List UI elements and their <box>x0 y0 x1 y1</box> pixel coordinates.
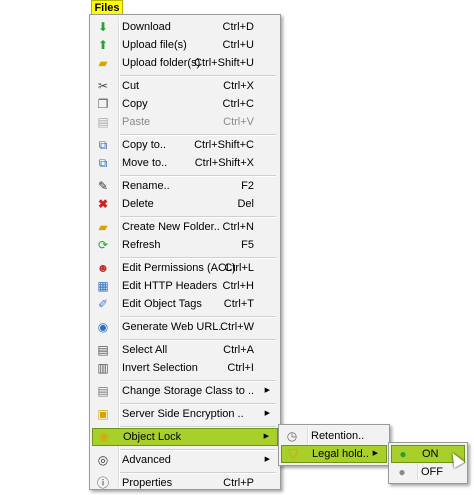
select-all-icon: ▤ <box>97 343 109 357</box>
menu-item-refresh[interactable]: ⟳ Refresh F5 <box>92 236 278 254</box>
scissors-icon: ✂ <box>97 79 109 93</box>
menu-item-edit-permissions[interactable]: ☻ Edit Permissions (ACL) Ctrl+L <box>92 259 278 277</box>
paste-icon: ▤ <box>97 115 109 129</box>
users-icon: ☻ <box>96 261 110 275</box>
menu-item-generate-web-url[interactable]: ◉ Generate Web URL.. Ctrl+W <box>92 318 278 336</box>
menu-item-retention[interactable]: ◷ Retention.. <box>281 427 387 445</box>
files-menu: ⬇ Download Ctrl+D ⬆ Upload file(s) Ctrl+… <box>89 14 281 490</box>
pencil-icon: ✎ <box>97 179 109 193</box>
new-folder-icon: ▰ <box>98 220 108 234</box>
storage-class-icon: ▤ <box>97 384 109 398</box>
invert-selection-icon: ▥ <box>97 361 109 375</box>
tag-icon: ✐ <box>97 297 109 311</box>
submenu-arrow-icon: ▶ <box>263 433 269 440</box>
menu-item-advanced[interactable]: ◎ Advanced ▶ <box>92 451 278 469</box>
menu-item-download[interactable]: ⬇ Download Ctrl+D <box>92 18 278 36</box>
copy-to-icon: ⧉ <box>98 138 108 152</box>
menu-item-upload-folders[interactable]: ▰ Upload folder(s) Ctrl+Shift+U <box>92 54 278 72</box>
delete-x-icon: ✖ <box>97 197 109 211</box>
menu-item-select-all[interactable]: ▤ Select All Ctrl+A <box>92 341 278 359</box>
menu-item-delete[interactable]: ✖ Delete Del <box>92 195 278 213</box>
refresh-icon: ⟳ <box>97 238 109 252</box>
encryption-icon: ▣ <box>97 407 109 421</box>
menu-item-copy[interactable]: ❐ Copy Ctrl+C <box>92 95 278 113</box>
advanced-icon: ◎ <box>97 453 109 467</box>
object-lock-icon: ❀ <box>98 430 110 444</box>
headers-icon: ▦ <box>97 279 109 293</box>
web-url-icon: ◉ <box>97 320 109 334</box>
menu-item-edit-http-headers[interactable]: ▦ Edit HTTP Headers Ctrl+H <box>92 277 278 295</box>
object-lock-submenu: ◷ Retention.. ⛉ Legal hold.. ▶ <box>278 424 390 466</box>
menu-item-legal-hold[interactable]: ⛉ Legal hold.. ▶ <box>281 445 387 463</box>
properties-icon: ⓘ <box>96 476 109 490</box>
menu-item-paste[interactable]: ▤ Paste Ctrl+V <box>92 113 278 131</box>
submenu-arrow-icon: ▶ <box>264 456 270 463</box>
menu-item-rename[interactable]: ✎ Rename.. F2 <box>92 177 278 195</box>
clock-icon: ◷ <box>286 429 298 443</box>
menu-item-create-new-folder[interactable]: ▰ Create New Folder.. Ctrl+N <box>92 218 278 236</box>
download-icon: ⬇ <box>97 20 109 34</box>
submenu-arrow-icon: ▶ <box>264 410 270 417</box>
menu-item-change-storage-class[interactable]: ▤ Change Storage Class to .. ▶ <box>92 382 278 400</box>
copy-icon: ❐ <box>97 97 109 111</box>
menu-item-cut[interactable]: ✂ Cut Ctrl+X <box>92 77 278 95</box>
menu-item-edit-object-tags[interactable]: ✐ Edit Object Tags Ctrl+T <box>92 295 278 313</box>
menu-item-copy-to[interactable]: ⧉ Copy to.. Ctrl+Shift+C <box>92 136 278 154</box>
gray-circle-icon: ● <box>398 465 406 479</box>
menu-item-properties[interactable]: ⓘ Properties Ctrl+P <box>92 474 278 492</box>
menu-item-invert-selection[interactable]: ▥ Invert Selection Ctrl+I <box>92 359 278 377</box>
shield-icon: ⛉ <box>288 447 298 461</box>
menu-item-upload-files[interactable]: ⬆ Upload file(s) Ctrl+U <box>92 36 278 54</box>
menu-item-move-to[interactable]: ⧉ Move to.. Ctrl+Shift+X <box>92 154 278 172</box>
menu-item-object-lock[interactable]: ❀ Object Lock ▶ <box>92 428 278 446</box>
submenu-arrow-icon: ▶ <box>372 450 378 457</box>
green-circle-icon: ● <box>399 447 407 461</box>
menu-item-server-side-encryption[interactable]: ▣ Server Side Encryption .. ▶ <box>92 405 278 423</box>
upload-folder-icon: ▰ <box>98 56 108 70</box>
upload-icon: ⬆ <box>97 38 109 52</box>
move-to-icon: ⧉ <box>98 156 108 170</box>
submenu-arrow-icon: ▶ <box>264 387 270 394</box>
